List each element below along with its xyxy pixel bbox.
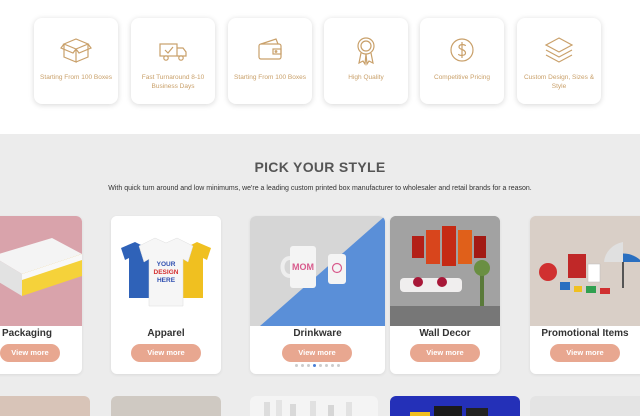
category-card-packaging[interactable]: Packaging View more	[0, 216, 82, 374]
carousel-dot[interactable]	[301, 364, 304, 367]
features-row: Starting From 100 Boxes Fast Turnaround …	[0, 0, 640, 134]
feature-text: Starting From 100 Boxes	[234, 74, 306, 81]
view-more-button[interactable]: View more	[282, 344, 352, 362]
next-card-preview	[111, 396, 221, 416]
view-more-button[interactable]: View more	[550, 344, 620, 362]
drinkware-image: MOM	[250, 216, 385, 326]
card-title: Packaging	[2, 328, 53, 339]
carousel-dot[interactable]	[295, 364, 298, 367]
layers-icon	[544, 37, 574, 63]
packaging-image	[0, 216, 82, 326]
carousel-dot[interactable]	[325, 364, 328, 367]
carousel-dot[interactable]	[331, 364, 334, 367]
carousel-dots[interactable]	[250, 364, 385, 367]
next-card-preview	[530, 396, 640, 416]
category-card-apparel[interactable]: YOUR DESIGN HERE Apparel View more	[111, 216, 221, 374]
category-card-drinkware[interactable]: MOM Drinkware View more	[250, 216, 385, 374]
feature-text: Fast Turnaround 8-10 Business Days	[141, 74, 205, 90]
next-card-preview	[390, 396, 520, 416]
feature-card: Starting From 100 Boxes	[34, 18, 118, 104]
wall-decor-image	[390, 216, 500, 326]
svg-text:DESIGN: DESIGN	[154, 269, 179, 276]
next-card-preview	[0, 396, 90, 416]
view-more-button[interactable]: View more	[131, 344, 201, 362]
view-more-button[interactable]: View more	[410, 344, 480, 362]
apparel-image: YOUR DESIGN HERE	[111, 216, 221, 326]
svg-text:YOUR: YOUR	[157, 261, 176, 268]
carousel-dot[interactable]	[337, 364, 340, 367]
feature-text: High Quality	[348, 74, 384, 81]
feature-card: Custom Design, Sizes & Style	[517, 18, 601, 104]
feature-text: Starting From 100 Boxes	[40, 74, 112, 81]
card-title: Wall Decor	[419, 328, 471, 339]
promotional-items-image	[530, 216, 640, 326]
delivery-truck-icon	[159, 43, 187, 61]
card-title: Apparel	[147, 328, 185, 339]
box-icon	[60, 38, 92, 63]
feature-card: High Quality	[324, 18, 408, 104]
view-more-button[interactable]: View more	[0, 344, 60, 362]
card-title: Drinkware	[293, 328, 342, 339]
next-card-preview	[250, 396, 378, 416]
svg-text:MOM: MOM	[292, 262, 314, 272]
svg-text:HERE: HERE	[157, 277, 176, 284]
category-card-wall-decor[interactable]: Wall Decor View more	[390, 216, 500, 374]
feature-card: Fast Turnaround 8-10 Business Days	[131, 18, 215, 104]
feature-text: Custom Design, Sizes & Style	[523, 74, 595, 90]
feature-card: Competitive Pricing	[420, 18, 504, 104]
wallet-icon	[258, 38, 282, 60]
section-subtitle: With quick turn around and low minimums,…	[108, 185, 532, 192]
carousel-dot[interactable]	[319, 364, 322, 367]
feature-text: Competitive Pricing	[434, 74, 490, 81]
card-title: Promotional Items	[541, 328, 629, 339]
dollar-coin-icon	[450, 38, 474, 62]
quality-badge-icon	[357, 37, 375, 66]
carousel-dot[interactable]	[307, 364, 310, 367]
pick-your-style-section: PICK YOUR STYLE With quick turn around a…	[0, 134, 640, 416]
section-title: PICK YOUR STYLE	[254, 159, 386, 175]
carousel-dot-active[interactable]	[313, 364, 316, 367]
feature-card: Starting From 100 Boxes	[228, 18, 312, 104]
category-card-promotional-items[interactable]: Promotional Items View more	[530, 216, 640, 374]
